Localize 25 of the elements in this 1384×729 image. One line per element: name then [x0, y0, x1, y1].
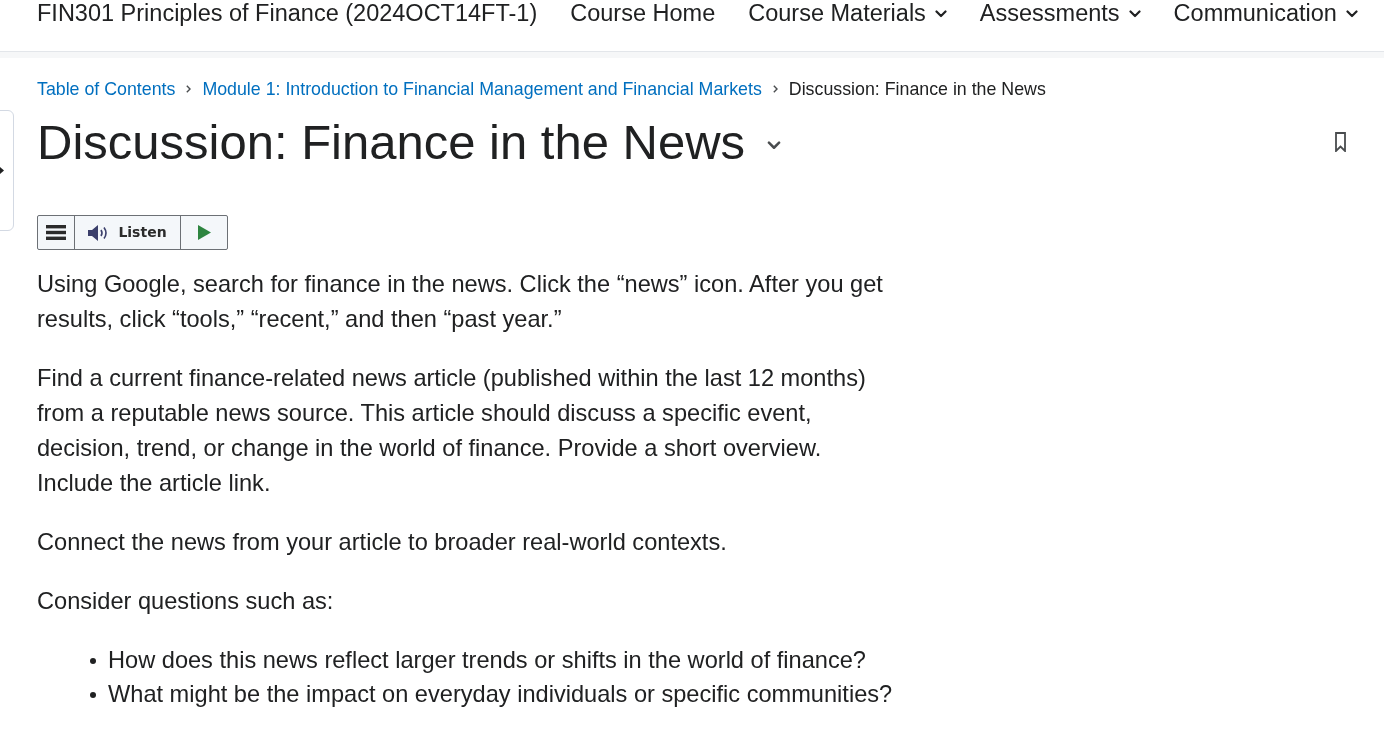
chevron-right-icon — [772, 85, 778, 93]
nav-menu-item[interactable]: Course Materials — [748, 0, 947, 27]
breadcrumb-link[interactable]: Module 1: Introduction to Financial Management and Financial Markets — [202, 78, 762, 100]
body-paragraph: Find a current finance-related news article (published within the last 12 months) from a reputable news source. This article should discuss a specific event, decision, trend, or change in the world of finance. Provide a short overview. Include the article link. — [37, 364, 867, 498]
chevron-down-icon — [767, 140, 782, 150]
page-heading: Discussion: Finance in the News — [37, 114, 746, 171]
play-icon — [197, 225, 211, 240]
bookmark-button[interactable] — [1334, 130, 1346, 154]
bookmark-icon — [1334, 132, 1346, 152]
body-paragraph: Consider questions such as: — [37, 587, 335, 616]
list-item-text: How does this news reflect larger trends or shifts in the world of finance? — [108, 646, 866, 675]
body-paragraph: Connect the news from your article to broader real-world contexts. — [37, 528, 728, 557]
breadcrumb-link[interactable]: Table of Contents — [37, 78, 176, 100]
breadcrumb-current: Discussion: Finance in the News — [788, 78, 1046, 100]
menu-icon — [46, 225, 66, 240]
bullet-icon — [90, 658, 96, 664]
bullet-icon — [90, 692, 96, 698]
body-paragraph: Using Google, search for finance in the news. Click the “news” icon. After you get results, click “tools,” “recent,” and then “past year.” — [37, 270, 884, 334]
chevron-right-icon — [186, 85, 192, 93]
course-title: FIN301 Principles of Finance (2024OCT14FT-1) — [37, 0, 538, 27]
nav-menu-item[interactable]: Assessments — [979, 0, 1141, 27]
caret-right-icon — [0, 166, 4, 175]
nav-menu-item[interactable]: Course Home — [570, 0, 716, 27]
nav-menu-item[interactable]: Communication — [1173, 0, 1358, 27]
list-item-text: What might be the impact on everyday individuals or specific communities? — [108, 680, 893, 709]
